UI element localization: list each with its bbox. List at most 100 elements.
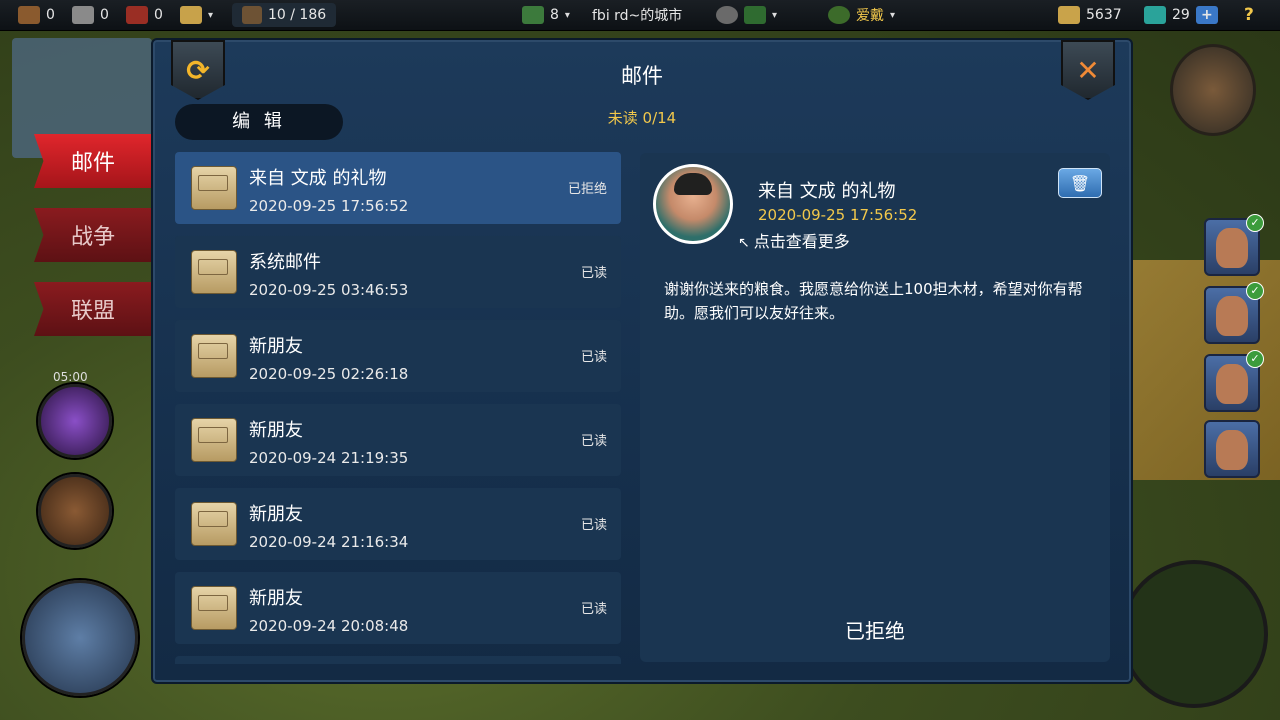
detail-status: 已拒绝 (845, 619, 905, 643)
mail-status: 已读 (580, 266, 607, 281)
tab-alliance-label: 联盟 (70, 299, 115, 324)
advisor-portrait[interactable]: ✓ (1204, 350, 1264, 412)
mail-dialog: ⟳ ✕ 邮件 未读 0/14 编 辑 来自 文成 的礼物 2020-09-25 … (151, 38, 1133, 684)
stone-resource[interactable]: 0 (72, 0, 109, 30)
mail-status: 已读 (580, 518, 607, 533)
gem-count: 29 (1172, 7, 1190, 23)
backpack-button[interactable] (38, 474, 112, 548)
mail-subject: 系统邮件 (249, 252, 321, 273)
citizen-icon (242, 6, 262, 24)
mail-item[interactable]: 新朋友 2020-09-25 02:26:18 已读 (175, 320, 621, 392)
map-button[interactable] (22, 580, 138, 696)
mail-date: 2020-09-24 21:16:34 (249, 533, 409, 551)
tab-mail-label: 邮件 (70, 151, 115, 176)
check-icon: ✓ (1246, 350, 1264, 368)
mail-item[interactable]: 系统邮件 2020-09-25 03:46:53 已读 (175, 236, 621, 308)
mail-detail-panel: 来自 文成 的礼物 2020-09-25 17:56:52 ↖ 点击查看更多 🗑 … (640, 153, 1110, 662)
brick-icon (126, 6, 148, 24)
city-name[interactable]: fbi rd~的城市 (592, 0, 682, 30)
delete-button[interactable]: 🗑 (1058, 168, 1102, 198)
advisor-face (1216, 228, 1248, 268)
chevron-down-icon: ▾ (772, 9, 778, 21)
tab-war-label: 战争 (70, 225, 115, 250)
tab-alliance[interactable]: 联盟 (34, 282, 152, 336)
mail-date: 2020-09-24 20:08:48 (249, 617, 409, 635)
wood-resource[interactable]: 0 (18, 0, 55, 30)
chevron-down-icon: ▾ (564, 9, 570, 21)
trash-icon: 🗑 (1069, 173, 1091, 193)
edit-button[interactable]: 编 辑 (175, 104, 343, 140)
add-gems-button[interactable]: + (1195, 6, 1218, 24)
check-icon: ✓ (1246, 214, 1264, 232)
mail-subject: 新朋友 (249, 420, 303, 441)
mail-folder-icon (191, 166, 237, 210)
tab-mail[interactable]: 邮件 (34, 134, 152, 188)
mail-subject: 新朋友 (249, 336, 303, 357)
brick-resource[interactable]: 0 (126, 0, 163, 30)
pointer-icon: ↖ (738, 235, 750, 251)
approval-menu[interactable]: 爱戴 ▾ (828, 0, 895, 30)
tab-war[interactable]: 战争 (34, 208, 152, 262)
see-more-link[interactable]: ↖ 点击查看更多 (738, 228, 850, 252)
check-icon: ✓ (1246, 282, 1264, 300)
mail-status: 已拒绝 (567, 182, 607, 197)
gold-resource[interactable]: 5637 (1058, 0, 1122, 30)
brick-count: 0 (154, 7, 163, 23)
city-level[interactable]: 8 ▾ (522, 0, 570, 30)
mail-list[interactable]: 来自 文成 的礼物 2020-09-25 17:56:52 已拒绝 系统邮件 2… (175, 152, 623, 664)
advisor-portrait[interactable]: ✓ (1204, 282, 1264, 344)
mail-item[interactable]: 新朋友 2020-09-24 20:08:48 已读 (175, 572, 621, 644)
player-avatar[interactable] (1170, 44, 1256, 136)
mail-subject: 新朋友 (249, 588, 303, 609)
mail-date: 2020-09-25 03:46:53 (249, 281, 409, 299)
gem-icon (1144, 6, 1166, 24)
potion-button[interactable] (38, 384, 112, 458)
mail-item[interactable]: 新朋友 2020-09-24 21:19:35 已读 (175, 404, 621, 476)
build-menu[interactable]: ▾ (180, 0, 213, 30)
wreath-icon (828, 6, 850, 24)
population-display[interactable]: 10 / 186 (232, 3, 337, 27)
wood-icon (18, 6, 40, 24)
mail-status: 已读 (580, 434, 607, 449)
mail-date: 2020-09-25 02:26:18 (249, 365, 409, 383)
advisor-portrait[interactable]: ✓ (1204, 214, 1264, 276)
mail-folder-icon (191, 586, 237, 630)
dialog-title: 邮件 (621, 64, 663, 88)
see-more-label: 点击查看更多 (753, 232, 850, 251)
advisor-face (1216, 364, 1248, 404)
detail-subject: 来自 文成 的礼物 (758, 181, 896, 202)
mail-body: 谢谢你送来的粮食。我愿意给你送上100担木材，希望对你有帮助。愿我们可以友好往来… (664, 280, 1083, 322)
build-tool-button[interactable] (1120, 560, 1268, 708)
building-icon (180, 6, 202, 24)
chevron-down-icon: ▾ (208, 9, 214, 21)
mail-status: 已读 (580, 350, 607, 365)
mail-item[interactable]: 来自 文成 的礼物 2020-09-25 17:56:52 已拒绝 (175, 152, 621, 224)
advisor-face (1216, 296, 1248, 336)
detail-date: 2020-09-25 17:56:52 (758, 206, 918, 224)
population-value: 10 / 186 (268, 7, 327, 23)
mail-subject: 新朋友 (249, 504, 303, 525)
mail-folder-icon (191, 334, 237, 378)
advisor-face (1216, 430, 1248, 470)
gold-icon (1058, 6, 1080, 24)
feather-icon (716, 6, 738, 24)
advisor-portrait[interactable] (1204, 420, 1260, 478)
mail-folder-icon (191, 418, 237, 462)
mail-subject: 来自 文成 的礼物 (249, 168, 387, 189)
mail-status: 已读 (580, 602, 607, 617)
gold-count: 5637 (1086, 7, 1122, 23)
culture-menu[interactable]: ▾ (716, 0, 777, 30)
event-timer: 05:00 (53, 370, 88, 384)
stone-icon (72, 6, 94, 24)
sender-avatar[interactable] (653, 164, 733, 244)
city-level-value: 8 (550, 7, 559, 23)
gem-resource[interactable]: 29 + (1144, 0, 1218, 30)
mail-date: 2020-09-25 17:56:52 (249, 197, 409, 215)
stone-count: 0 (100, 7, 109, 23)
mail-item[interactable] (175, 656, 621, 664)
mail-item[interactable]: 新朋友 2020-09-24 21:16:34 已读 (175, 488, 621, 560)
chevron-down-icon: ▾ (890, 9, 896, 21)
help-button[interactable]: ? (1244, 0, 1254, 30)
laurel-icon (522, 6, 544, 24)
city-name-label: fbi rd~的城市 (592, 8, 683, 24)
